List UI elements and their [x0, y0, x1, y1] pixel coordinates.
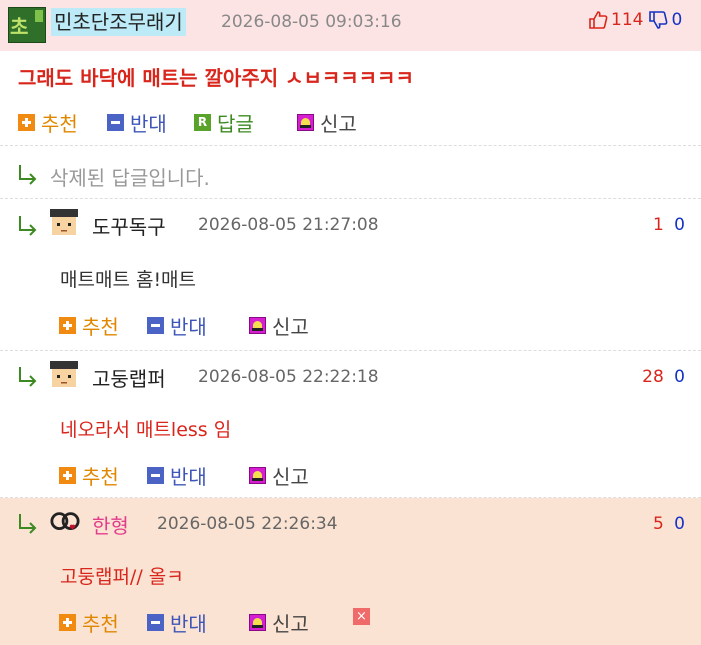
- comment-text: 매트매트 홈!매트: [60, 269, 197, 291]
- plus-icon: [59, 317, 76, 334]
- avatar[interactable]: [48, 359, 80, 391]
- down-count: 0: [674, 215, 685, 235]
- minus-icon: [147, 614, 164, 631]
- vote-counts: 1 0: [653, 215, 685, 235]
- post-date: 2026-08-05 21:27:08: [198, 215, 379, 235]
- plus-icon: [59, 467, 76, 484]
- reply-arrow-icon: [19, 165, 37, 185]
- vote-counts: 114 0: [588, 10, 682, 30]
- oppose-label: 반대: [170, 465, 207, 489]
- oppose-button[interactable]: 반대: [147, 608, 207, 637]
- author-name[interactable]: 도꾸독구: [92, 211, 166, 240]
- reply-arrow-icon: [19, 514, 37, 534]
- reply-comment: 도꾸독구 2026-08-05 21:27:08 1 0 매트매트 홈!매트 추…: [0, 199, 701, 351]
- reply-arrow-icon: [19, 367, 37, 387]
- recommend-label: 추천: [82, 612, 119, 636]
- reply-button[interactable]: R 답글: [194, 108, 254, 137]
- deleted-text: 삭제된 답글입니다.: [50, 166, 210, 190]
- thumbs-down-icon[interactable]: [648, 10, 668, 30]
- report-button[interactable]: 신고: [297, 108, 357, 137]
- reply-label: 답글: [217, 112, 254, 136]
- thumbs-up-icon[interactable]: [588, 10, 608, 30]
- report-label: 신고: [272, 612, 309, 636]
- up-count: 1: [652, 215, 664, 235]
- down-count: 0: [674, 367, 685, 387]
- oppose-button[interactable]: 반대: [147, 311, 207, 340]
- down-count: 0: [674, 514, 685, 534]
- delete-button[interactable]: ×: [353, 608, 376, 625]
- post-date: 2026-08-05 22:26:34: [157, 514, 338, 534]
- author-name[interactable]: 고둥랩퍼: [92, 363, 166, 392]
- recommend-button[interactable]: 추천: [18, 108, 78, 137]
- avatar-glyph: 초: [10, 15, 29, 39]
- reply-arrow-icon: [19, 216, 37, 236]
- up-count: 114: [611, 10, 644, 30]
- plus-icon: [59, 614, 76, 631]
- reply-comment: 고둥랩퍼 2026-08-05 22:22:18 28 0 네오라서 매트les…: [0, 351, 701, 498]
- report-button[interactable]: 신고: [249, 461, 309, 490]
- recommend-button[interactable]: 추천: [59, 608, 119, 637]
- siren-icon: [297, 114, 314, 131]
- recommend-button[interactable]: 추천: [59, 461, 119, 490]
- comment-text: 그래도 바닥에 매트는 깔아주지 ㅅㅂㅋㅋㅋㅋㅋ: [18, 66, 414, 90]
- minus-icon: [107, 114, 124, 131]
- oppose-button[interactable]: 반대: [147, 461, 207, 490]
- vote-counts: 28 0: [642, 367, 685, 387]
- oppose-label: 반대: [170, 612, 207, 636]
- report-button[interactable]: 신고: [249, 311, 309, 340]
- oppose-label: 반대: [170, 315, 207, 339]
- siren-icon: [249, 317, 266, 334]
- up-count: 28: [642, 367, 664, 387]
- report-label: 신고: [272, 465, 309, 489]
- comment-text: 네오라서 매트less 임: [60, 419, 232, 441]
- avatar[interactable]: [48, 207, 80, 239]
- avatar[interactable]: [48, 508, 82, 538]
- reply-comment-highlighted: 한형 2026-08-05 22:26:34 5 0 고둥랩퍼// 올ㅋ 추천 …: [0, 498, 701, 645]
- reply-icon: R: [194, 114, 211, 131]
- plus-icon: [18, 114, 35, 131]
- up-count: 5: [652, 514, 664, 534]
- deleted-reply: 삭제된 답글입니다.: [0, 146, 701, 199]
- vote-counts: 5 0: [653, 514, 685, 534]
- main-comment: 초 민초단조무래기 2026-08-05 09:03:16 114 0 그래도 …: [0, 0, 701, 146]
- author-name[interactable]: 민초단조무래기: [51, 8, 186, 36]
- recommend-label: 추천: [82, 315, 119, 339]
- report-label: 신고: [272, 315, 309, 339]
- siren-icon: [249, 467, 266, 484]
- post-date: 2026-08-05 22:22:18: [198, 367, 379, 387]
- close-icon: ×: [353, 608, 370, 625]
- report-button[interactable]: 신고: [249, 608, 309, 637]
- comment-text: 고둥랩퍼// 올ㅋ: [60, 566, 184, 588]
- author-name[interactable]: 한형: [92, 510, 129, 539]
- minus-icon: [147, 467, 164, 484]
- post-date: 2026-08-05 09:03:16: [221, 12, 402, 32]
- minus-icon: [147, 317, 164, 334]
- siren-icon: [249, 614, 266, 631]
- oppose-button[interactable]: 반대: [107, 108, 167, 137]
- recommend-button[interactable]: 추천: [59, 311, 119, 340]
- oppose-label: 반대: [130, 112, 167, 136]
- report-label: 신고: [320, 112, 357, 136]
- avatar[interactable]: 초: [8, 7, 46, 43]
- down-count: 0: [671, 10, 683, 30]
- recommend-label: 추천: [41, 112, 78, 136]
- recommend-label: 추천: [82, 465, 119, 489]
